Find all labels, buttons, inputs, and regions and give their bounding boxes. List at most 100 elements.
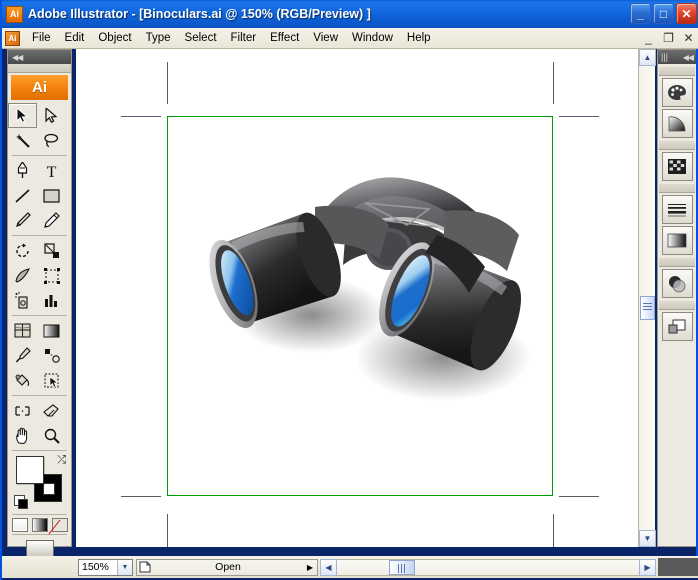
crop-mark-bottom-right xyxy=(553,514,554,547)
paintbrush-tool[interactable] xyxy=(8,208,37,233)
palette-group-color xyxy=(658,67,696,138)
layers-panel-icon[interactable] xyxy=(662,312,693,341)
scroll-right-button[interactable]: ▶ xyxy=(639,559,656,576)
doc-minimize-button[interactable]: _ xyxy=(641,30,656,46)
doc-restore-button[interactable]: ❐ xyxy=(661,30,676,46)
toolbox-separator xyxy=(12,395,67,396)
crop-mark-left-bottom xyxy=(121,496,161,497)
menu-file[interactable]: File xyxy=(25,30,58,46)
menu-effect[interactable]: Effect xyxy=(263,30,306,46)
palette-tab[interactable] xyxy=(659,258,695,267)
toolbox-title-bar[interactable] xyxy=(8,64,71,73)
toolbox-collapse-handle[interactable]: ◀◀ xyxy=(8,50,71,64)
warp-tool[interactable] xyxy=(8,263,37,288)
gradient-panel-icon[interactable] xyxy=(662,109,693,138)
artboard[interactable] xyxy=(167,116,553,496)
status-bar: 150% ▼ Open ▶ ◀ ▶ xyxy=(2,556,698,578)
gradient-fill-button[interactable] xyxy=(32,518,48,532)
horizontal-scrollbar-thumb[interactable] xyxy=(389,560,415,575)
fill-mode-buttons xyxy=(8,518,71,532)
palette-tab[interactable] xyxy=(659,184,695,193)
magic-wand-tool[interactable] xyxy=(8,128,37,153)
fill-swatch[interactable] xyxy=(16,456,44,484)
menu-window[interactable]: Window xyxy=(345,30,400,46)
toolbox-separator xyxy=(12,450,67,451)
line-segment-tool[interactable] xyxy=(8,183,37,208)
selection-tool[interactable] xyxy=(8,103,37,128)
scale-tool[interactable] xyxy=(37,238,66,263)
scroll-down-button[interactable]: ▼ xyxy=(639,530,656,547)
crop-mark-right-bottom xyxy=(559,496,599,497)
none-fill-button[interactable] xyxy=(52,518,68,532)
close-button[interactable]: ✕ xyxy=(676,3,697,24)
palette-group-stroke xyxy=(658,184,696,255)
chevron-down-icon[interactable]: ▼ xyxy=(117,560,132,575)
menu-select[interactable]: Select xyxy=(178,30,224,46)
toolbox-separator xyxy=(12,155,67,156)
menu-object[interactable]: Object xyxy=(91,30,138,46)
crop-mark-bottom-left xyxy=(167,514,168,547)
vertical-scrollbar-thumb[interactable] xyxy=(640,296,655,320)
status-field[interactable]: Open ▶ xyxy=(136,559,318,576)
zoom-level-combobox[interactable]: 150% ▼ xyxy=(78,559,133,576)
palette-tab[interactable] xyxy=(659,141,695,150)
hthumb-grip xyxy=(398,564,407,573)
horizontal-scrollbar[interactable]: ◀ ▶ xyxy=(320,559,656,576)
window-title: Adobe Illustrator - [Binoculars.ai @ 150… xyxy=(28,7,371,21)
default-fill-stroke-icon[interactable] xyxy=(14,495,25,506)
toolbox-separator xyxy=(12,514,67,515)
rectangle-tool[interactable] xyxy=(37,183,66,208)
minimize-button[interactable]: _ xyxy=(630,3,651,24)
blend-tool[interactable] xyxy=(37,343,66,368)
color-fill-button[interactable] xyxy=(12,518,28,532)
doc-close-button[interactable]: ✕ xyxy=(681,30,696,46)
gradient-tool[interactable] xyxy=(37,318,66,343)
transparency-panel-icon[interactable] xyxy=(662,269,693,298)
menu-type[interactable]: Type xyxy=(139,30,178,46)
live-paint-bucket-tool[interactable] xyxy=(8,368,37,393)
rotate-tool[interactable] xyxy=(8,238,37,263)
menu-edit[interactable]: Edit xyxy=(58,30,92,46)
gradient2-panel-icon[interactable] xyxy=(662,226,693,255)
eraser-tool[interactable] xyxy=(37,398,66,423)
toolbox-separator xyxy=(12,235,67,236)
stroke-panel-icon[interactable] xyxy=(662,195,693,224)
palette-tab[interactable] xyxy=(659,67,695,76)
color-panel-icon[interactable] xyxy=(662,78,693,107)
resize-grip[interactable] xyxy=(658,558,698,576)
palette-group-swatches xyxy=(658,141,696,181)
crop-area-tool[interactable] xyxy=(8,398,37,423)
column-graph-tool[interactable] xyxy=(37,288,66,313)
menu-filter[interactable]: Filter xyxy=(224,30,264,46)
direct-selection-tool[interactable] xyxy=(37,103,66,128)
document-canvas[interactable] xyxy=(76,49,638,547)
pen-tool[interactable] xyxy=(8,158,37,183)
lasso-tool[interactable] xyxy=(37,128,66,153)
live-paint-selection-tool[interactable] xyxy=(37,368,66,393)
binoculars-illustration[interactable] xyxy=(193,147,545,407)
status-menu-arrow[interactable]: ▶ xyxy=(303,563,317,572)
vthumb-grip xyxy=(643,303,652,312)
app-icon[interactable]: Ai xyxy=(6,6,23,23)
palette-tab[interactable] xyxy=(659,301,695,310)
type-tool[interactable]: T xyxy=(37,158,66,183)
vertical-scrollbar[interactable]: ▲ ▼ xyxy=(638,49,655,547)
eyedropper-tool[interactable] xyxy=(8,343,37,368)
symbol-sprayer-tool[interactable] xyxy=(8,288,37,313)
svg-text:T: T xyxy=(47,164,57,179)
mesh-tool[interactable] xyxy=(8,318,37,343)
swatches-panel-icon[interactable] xyxy=(662,152,693,181)
maximize-button[interactable]: □ xyxy=(653,3,674,24)
document-icon[interactable]: Ai xyxy=(5,31,20,46)
hand-tool[interactable] xyxy=(8,423,37,448)
palette-dock-collapse-handle[interactable]: ||| ◀◀ xyxy=(658,50,696,64)
menu-view[interactable]: View xyxy=(306,30,345,46)
scroll-up-button[interactable]: ▲ xyxy=(639,49,656,66)
swap-fill-stroke-icon[interactable]: ⤮ xyxy=(57,454,66,467)
zoom-tool[interactable] xyxy=(37,423,66,448)
free-transform-tool[interactable] xyxy=(37,263,66,288)
menu-help[interactable]: Help xyxy=(400,30,438,46)
document-window-controls: _ ❐ ✕ xyxy=(641,30,696,46)
scroll-left-button[interactable]: ◀ xyxy=(320,559,337,576)
pencil-tool[interactable] xyxy=(37,208,66,233)
